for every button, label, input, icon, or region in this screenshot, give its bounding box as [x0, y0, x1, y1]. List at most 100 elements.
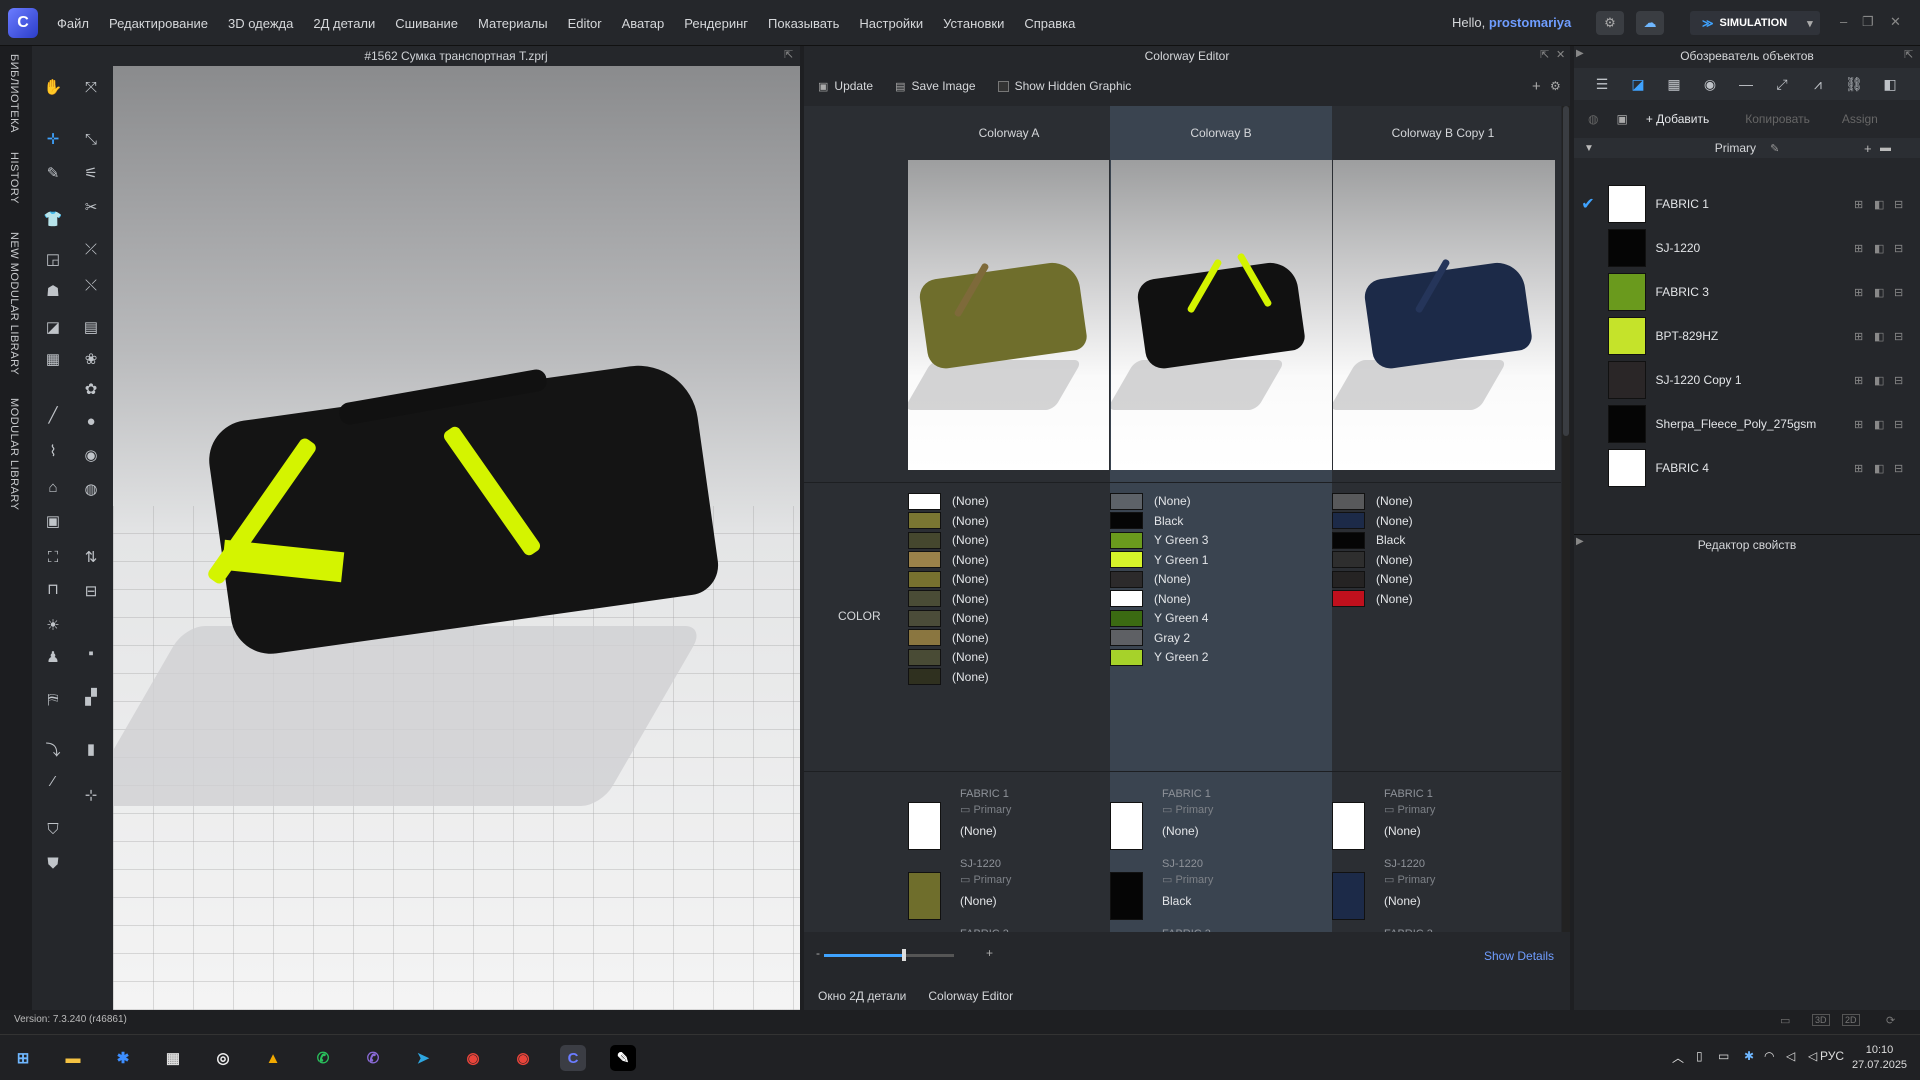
color-row[interactable]: (None) — [908, 590, 989, 608]
tab-modular-library[interactable]: MODULAR LIBRARY — [8, 398, 20, 510]
graphic-tab-icon[interactable]: ▦ — [1656, 76, 1692, 93]
simulation-dropdown[interactable]: ≫ SIMULATION ▾ — [1690, 11, 1820, 35]
color-row[interactable]: (None) — [1332, 551, 1413, 569]
color-row[interactable]: (None) — [1110, 590, 1191, 608]
material-item[interactable]: BPT-829HZ ⊞ ◧ ⊟ — [1574, 314, 1914, 358]
copy-icon[interactable]: ◧ — [1874, 462, 1894, 475]
menu-sewing[interactable]: Сшивание — [395, 16, 458, 31]
folder-icon[interactable]: ▬ — [1880, 142, 1891, 154]
menu-3d-garment[interactable]: 3D одежда — [228, 16, 293, 31]
delete-icon[interactable]: ⊟ — [1894, 198, 1914, 211]
zoom-in-label[interactable]: + — [986, 946, 993, 960]
add-icon[interactable]: ⊞ — [1854, 374, 1874, 387]
popout-icon[interactable]: ⇱ — [1540, 48, 1549, 61]
fabric-entry[interactable]: FABRIC 3 — [1384, 928, 1433, 932]
copy-icon[interactable]: ◧ — [1874, 418, 1894, 431]
color-row[interactable]: (None) — [1332, 590, 1413, 608]
show-details-link[interactable]: Show Details — [1484, 949, 1554, 963]
material-swatch[interactable] — [1607, 229, 1646, 267]
copy-button[interactable]: Копировать — [1745, 112, 1810, 126]
material-item[interactable]: SJ-1220 Copy 1 ⊞ ◧ ⊟ — [1574, 358, 1914, 402]
material-item[interactable]: ✔ FABRIC 1 ⊞ ◧ ⊟ — [1574, 182, 1914, 226]
fabric-entry[interactable]: SJ-1220 ▭ Primary (None) — [1384, 858, 1435, 908]
tab-library[interactable]: БИБЛИОТЕКА — [8, 54, 20, 133]
color-swatch[interactable] — [1332, 570, 1365, 588]
color-swatch[interactable] — [1332, 590, 1365, 607]
layout-3d-icon[interactable]: 3D — [1812, 1014, 1830, 1026]
color-row[interactable]: Black — [1332, 531, 1405, 549]
more-tab-icon[interactable]: ◧ — [1872, 76, 1908, 93]
tack-icon[interactable]: ⤫ — [78, 236, 104, 262]
fabric-icon[interactable]: ◪ — [40, 314, 66, 340]
measure-icon[interactable]: ⤬ — [78, 272, 104, 298]
wifi-icon[interactable]: ◠ — [1764, 1049, 1774, 1063]
zipper-tab-icon[interactable]: ⩘ — [1800, 76, 1836, 93]
elastic-icon[interactable]: ⊟ — [78, 578, 104, 604]
skew-icon[interactable]: ▞ — [78, 684, 104, 710]
material-item[interactable]: FABRIC 4 ⊞ ◧ ⊟ — [1574, 446, 1914, 490]
color-row[interactable]: (None) — [1332, 512, 1413, 530]
fabric-swatch[interactable] — [908, 802, 941, 850]
copy-icon[interactable]: ◧ — [1874, 198, 1894, 211]
menu-edit[interactable]: Редактирование — [109, 16, 208, 31]
panel-icon[interactable]: ▮ — [78, 736, 104, 762]
color-swatch[interactable] — [1110, 648, 1143, 666]
topstitch-tab-icon[interactable]: — — [1728, 76, 1764, 92]
shirt-icon[interactable]: ⛉ — [40, 816, 66, 842]
menu-file[interactable]: Файл — [57, 16, 89, 31]
primary-group-header[interactable]: ▼ Primary ✎ + ▬ — [1574, 138, 1920, 158]
zipper-icon[interactable]: ⌇ — [40, 438, 66, 464]
material-item[interactable]: FABRIC 3 ⊞ ◧ ⊟ — [1574, 270, 1914, 314]
color-swatch[interactable] — [1110, 551, 1143, 568]
copy-icon[interactable]: ◧ — [1874, 374, 1894, 387]
color-row[interactable]: (None) — [908, 629, 989, 647]
close-panel-icon[interactable]: ✕ — [1556, 48, 1565, 61]
arrange-icon[interactable]: ⇅ — [78, 544, 104, 570]
colorway-b-thumbnail[interactable] — [1111, 160, 1332, 470]
color-row[interactable]: (None) — [1332, 570, 1413, 588]
select-mesh-icon[interactable]: ⤡ — [78, 126, 104, 152]
copy-icon[interactable]: ◧ — [1874, 286, 1894, 299]
popout-icon[interactable]: ⇱ — [784, 48, 793, 61]
fabric-entry[interactable]: FABRIC 3 — [1162, 928, 1211, 932]
texture-icon[interactable]: ▤ — [78, 314, 104, 340]
color-row[interactable]: (None) — [908, 570, 989, 588]
scroll-thumb[interactable] — [1563, 106, 1569, 436]
whatsapp-icon[interactable]: ✆ — [310, 1045, 336, 1071]
add-icon[interactable]: ⊞ — [1854, 418, 1874, 431]
add-colorway-icon[interactable]: + — [1532, 78, 1541, 95]
material-swatch[interactable] — [1607, 273, 1646, 311]
trim-icon[interactable]: ▦ — [40, 346, 66, 372]
menu-display[interactable]: Показывать — [768, 16, 839, 31]
menu-render[interactable]: Рендеринг — [684, 16, 748, 31]
fold-icon[interactable]: ✂ — [78, 194, 104, 220]
tab-colorway-editor[interactable]: Colorway Editor — [928, 989, 1013, 1003]
layout-single-icon[interactable]: ▭ — [1780, 1014, 1790, 1027]
bond-icon[interactable]: ⛿ — [40, 686, 66, 712]
menu-materials[interactable]: Материалы — [478, 16, 548, 31]
delete-icon[interactable]: ⊟ — [1894, 286, 1914, 299]
slider-knob[interactable] — [902, 949, 906, 961]
color-swatch[interactable] — [1110, 609, 1143, 627]
settings-icon[interactable]: ⚙ — [1550, 79, 1561, 93]
seam-icon[interactable]: ⁄ — [40, 768, 66, 794]
graphic-icon[interactable]: ▣ — [40, 508, 66, 534]
fold-arrange-icon[interactable]: ⛶ — [40, 544, 66, 570]
sync-icon[interactable]: ⟳ — [1886, 1014, 1895, 1027]
color-swatch[interactable] — [908, 668, 941, 685]
pin-box-icon[interactable]: ⚟ — [78, 160, 104, 186]
menu-settings[interactable]: Настройки — [859, 16, 923, 31]
show-hidden-graphic-checkbox[interactable]: Show Hidden Graphic — [997, 79, 1131, 93]
split-icon[interactable]: ⊹ — [78, 782, 104, 808]
color-swatch[interactable] — [908, 609, 941, 627]
add-icon[interactable]: ⊞ — [1854, 198, 1874, 211]
color-row[interactable]: (None) — [908, 648, 989, 666]
speaker-icon[interactable]: ◁ — [1808, 1049, 1817, 1063]
tab-history[interactable]: HISTORY — [8, 152, 20, 204]
material-swatch[interactable] — [1607, 185, 1646, 223]
fabric-entry[interactable]: FABRIC 1 ▭ Primary (None) — [1384, 788, 1435, 838]
bluetooth-icon[interactable]: ✱ — [110, 1045, 136, 1071]
material-swatch[interactable] — [1607, 449, 1646, 487]
hide-icon[interactable]: ☀ — [40, 612, 66, 638]
clock[interactable]: 10:10 27.07.2025 — [1852, 1043, 1907, 1073]
